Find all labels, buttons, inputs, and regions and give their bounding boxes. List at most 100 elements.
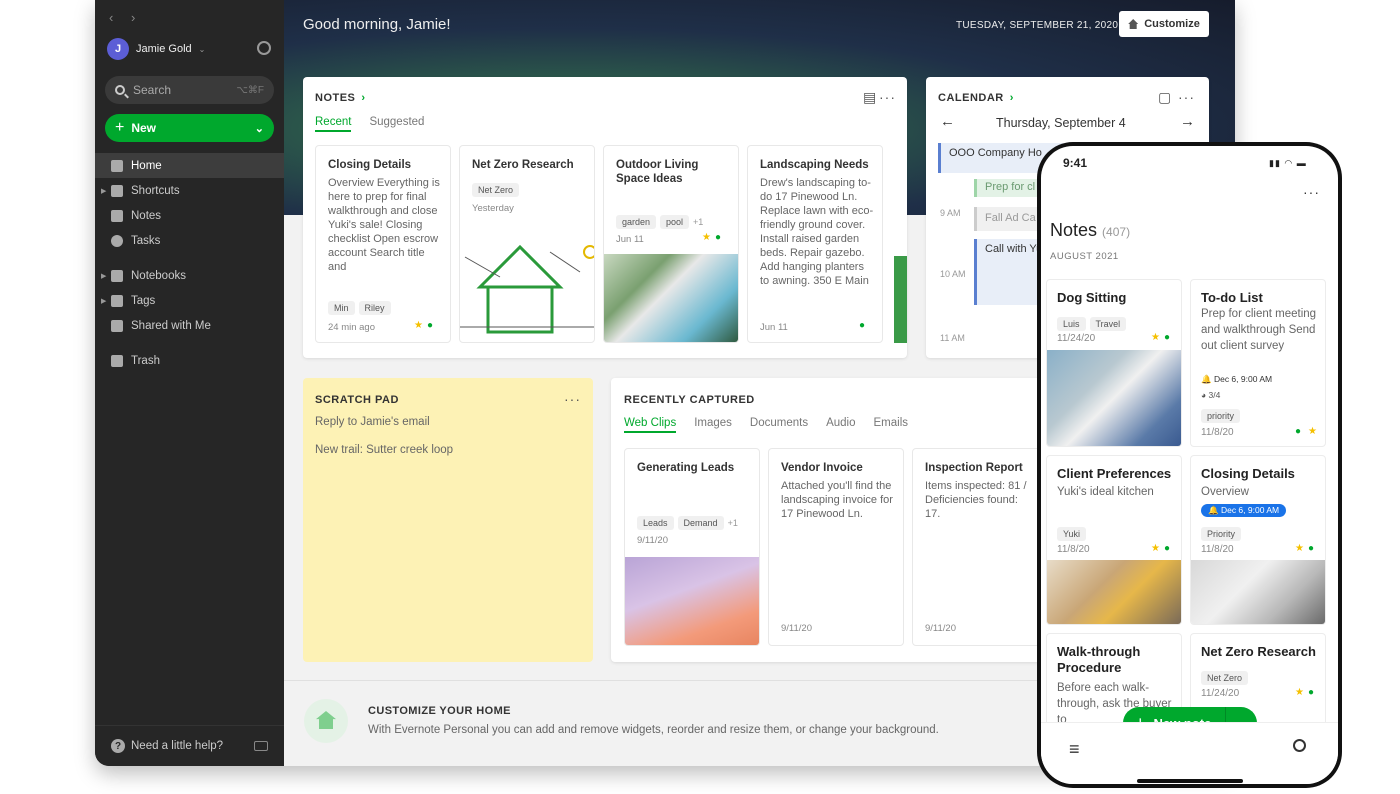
home-icon bbox=[1128, 19, 1138, 29]
month-label: AUGUST 2021 bbox=[1050, 251, 1119, 262]
note-title: Net Zero Research bbox=[1201, 644, 1316, 660]
patio-pool-image bbox=[604, 254, 738, 342]
calendar-day: Thursday, September 4 bbox=[996, 116, 1126, 130]
notebook-icon bbox=[111, 270, 123, 282]
note-title: Landscaping Needs bbox=[760, 158, 874, 172]
tab-suggested[interactable]: Suggested bbox=[369, 116, 424, 132]
note-date: 11/8/20 bbox=[1201, 427, 1234, 438]
note-date: 24 min ago bbox=[328, 322, 375, 333]
note-date: Jun 11 bbox=[760, 322, 788, 333]
avatar: J bbox=[107, 38, 129, 60]
tab-documents[interactable]: Documents bbox=[750, 417, 808, 433]
customize-button[interactable]: Customize bbox=[1119, 11, 1209, 37]
note-body: Overview Everything is here to prep for … bbox=[328, 176, 442, 288]
shared-icon: ● bbox=[1308, 543, 1314, 554]
back-arrow-icon[interactable]: ‹ bbox=[109, 10, 113, 25]
sidebar-item-shortcuts[interactable]: ▶Shortcuts bbox=[95, 178, 284, 203]
reminder-text: Dec 6, 9:00 AM bbox=[1221, 505, 1279, 515]
calendar-icon[interactable]: ▢ bbox=[1158, 89, 1172, 106]
help-label: Need a little help? bbox=[131, 740, 223, 752]
help-link[interactable]: ? Need a little help? bbox=[95, 725, 284, 766]
sidebar-item-trash[interactable]: Trash bbox=[95, 348, 284, 373]
plus-icon: + bbox=[115, 119, 124, 137]
living-room-image bbox=[1191, 560, 1325, 624]
note-add-icon[interactable]: ▤ bbox=[863, 89, 877, 106]
new-button[interactable]: + New ⌄ bbox=[105, 114, 274, 142]
user-menu[interactable]: J Jamie Gold⌄ bbox=[107, 38, 205, 60]
current-date: TUESDAY, SEPTEMBER 21, 2020 bbox=[956, 20, 1118, 31]
progress-text: 3/4 bbox=[1209, 390, 1221, 400]
note-card[interactable]: Generating Leads LeadsDemand+1 9/11/20 bbox=[624, 448, 760, 646]
calendar-widget-title[interactable]: CALENDAR › bbox=[938, 92, 1014, 104]
reminder-text: Dec 6, 9:00 AM bbox=[1214, 374, 1272, 384]
more-icon[interactable]: ··· bbox=[1178, 89, 1195, 105]
phone-note-card[interactable]: To-do List Prep for client meeting and w… bbox=[1190, 279, 1326, 447]
notes-widget-accent bbox=[894, 256, 907, 343]
home-indicator bbox=[1137, 779, 1243, 783]
more-icon[interactable]: ··· bbox=[1303, 184, 1320, 200]
sidebar-label: Home bbox=[131, 160, 162, 172]
phone-note-card[interactable]: Closing Details Overview 🔔 Dec 6, 9:00 A… bbox=[1190, 455, 1326, 625]
sidebar-item-tags[interactable]: ▶Tags bbox=[95, 288, 284, 313]
forward-arrow-icon[interactable]: › bbox=[131, 10, 135, 25]
time-label: 9 AM bbox=[940, 208, 961, 218]
note-card[interactable]: Net Zero Research Net Zero Yesterday bbox=[459, 145, 595, 343]
note-card[interactable]: Inspection Report Items inspected: 81 / … bbox=[912, 448, 1041, 646]
reminder-badge: 🔔 Dec 6, 9:00 AM bbox=[1201, 504, 1286, 517]
chevron-right-icon: › bbox=[1010, 92, 1014, 104]
notes-widget-title[interactable]: NOTES› bbox=[315, 92, 366, 104]
star-icon: ★ bbox=[1295, 687, 1304, 698]
chevron-down-icon[interactable]: ⌄ bbox=[255, 122, 264, 135]
scratch-line: Reply to Jamie's email bbox=[315, 416, 430, 428]
kitchen-image bbox=[1047, 560, 1181, 624]
sidebar-item-notebooks[interactable]: ▶Notebooks bbox=[95, 263, 284, 288]
search-input[interactable]: Search ⌥⌘F bbox=[105, 76, 274, 104]
note-title: Dog Sitting bbox=[1057, 290, 1126, 306]
phone-note-card[interactable]: Dog Sitting LuisTravel 11/24/20 ★● bbox=[1046, 279, 1182, 447]
tab-audio[interactable]: Audio bbox=[826, 417, 855, 433]
new-button-label: New bbox=[131, 121, 156, 135]
tag: Demand bbox=[678, 516, 724, 530]
shared-icon: ● bbox=[1295, 426, 1301, 437]
phone-note-card[interactable]: Client Preferences Yuki's ideal kitchen … bbox=[1046, 455, 1182, 625]
sidebar-label: Tags bbox=[131, 295, 155, 307]
note-card[interactable]: Vendor Invoice Attached you'll find the … bbox=[768, 448, 904, 646]
sidebar-item-tasks[interactable]: Tasks bbox=[95, 228, 284, 253]
prev-arrow-icon[interactable]: ← bbox=[940, 113, 955, 130]
more-icon[interactable]: ··· bbox=[879, 89, 896, 105]
time-label: 10 AM bbox=[940, 269, 966, 279]
menu-icon[interactable]: ≡ bbox=[1069, 739, 1080, 760]
scratch-pad-widget[interactable]: SCRATCH PAD ··· Reply to Jamie's email N… bbox=[303, 378, 593, 662]
sidebar-label: Notes bbox=[131, 210, 161, 222]
next-arrow-icon[interactable]: → bbox=[1180, 113, 1195, 130]
note-card[interactable]: Closing Details Overview Everything is h… bbox=[315, 145, 451, 343]
shared-icon: ● bbox=[1164, 332, 1170, 343]
sidebar-item-home[interactable]: Home bbox=[95, 153, 284, 178]
note-card[interactable]: Outdoor Living Space Ideas gardenpool+1 … bbox=[603, 145, 739, 343]
reminder: 🔔 Dec 6, 9:00 AM bbox=[1201, 374, 1272, 385]
shared-icon: ● bbox=[1164, 543, 1170, 554]
sidebar-item-shared[interactable]: Shared with Me bbox=[95, 313, 284, 338]
note-body: Drew's landscaping to-do 17 Pinewood Ln.… bbox=[760, 176, 874, 302]
tab-images[interactable]: Images bbox=[694, 417, 732, 433]
star-icon: ★ bbox=[414, 320, 423, 331]
tab-recent[interactable]: Recent bbox=[315, 116, 351, 132]
note-card[interactable]: Landscaping Needs Drew's landscaping to-… bbox=[747, 145, 883, 343]
sidebar-item-notes[interactable]: Notes bbox=[95, 203, 284, 228]
tab-emails[interactable]: Emails bbox=[874, 417, 909, 433]
tag: Net Zero bbox=[1201, 671, 1248, 685]
more-icon[interactable]: ··· bbox=[564, 391, 581, 407]
keyboard-icon[interactable] bbox=[254, 741, 268, 751]
gear-icon[interactable] bbox=[257, 41, 271, 55]
star-icon: ★ bbox=[1151, 332, 1160, 343]
note-date: 11/8/20 bbox=[1201, 544, 1234, 555]
widget-title: CALENDAR bbox=[938, 92, 1004, 104]
shared-icon: ● bbox=[427, 320, 433, 331]
home-icon bbox=[111, 160, 123, 172]
search-icon[interactable] bbox=[1293, 739, 1306, 752]
tab-web-clips[interactable]: Web Clips bbox=[624, 417, 676, 433]
notes-tabs: Recent Suggested bbox=[315, 116, 424, 132]
note-title: Closing Details bbox=[328, 158, 442, 172]
tag: Priority bbox=[1201, 527, 1241, 541]
note-title: To-do List bbox=[1201, 290, 1263, 306]
